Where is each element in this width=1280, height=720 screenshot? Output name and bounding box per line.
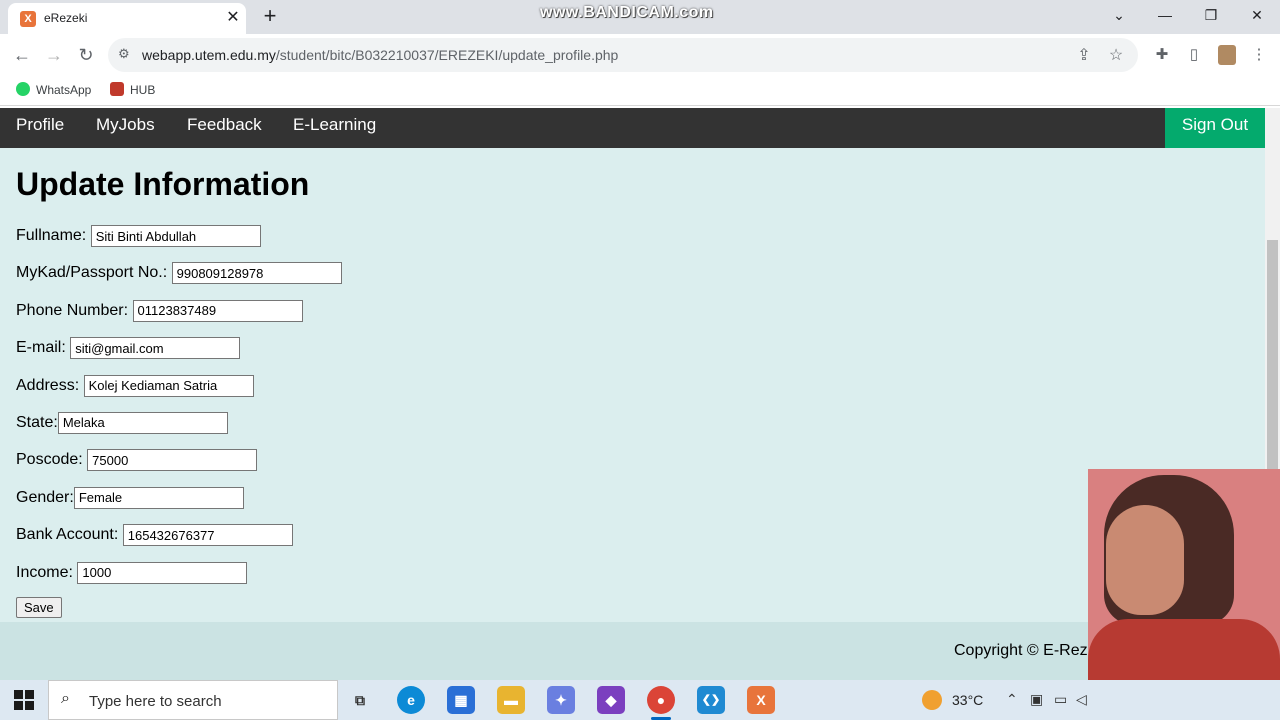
form-row-bank-account: Bank Account: bbox=[16, 524, 342, 561]
vscode-icon[interactable]: ❮❯ bbox=[697, 686, 725, 714]
share-icon[interactable]: ⇪ bbox=[1074, 45, 1094, 65]
bandicam-watermark: www.BANDICAM.com bbox=[540, 4, 714, 21]
tab-search-chevron-icon[interactable]: ⌄ bbox=[1106, 4, 1132, 26]
extensions-puzzle-icon[interactable]: ✚ bbox=[1152, 45, 1172, 65]
mykad-input[interactable] bbox=[171, 262, 342, 285]
hub-icon bbox=[110, 82, 124, 96]
phone-input[interactable] bbox=[132, 299, 303, 322]
xampp-icon[interactable]: X bbox=[747, 686, 775, 714]
address-input[interactable] bbox=[83, 374, 254, 397]
new-tab-icon[interactable]: + bbox=[258, 4, 282, 28]
form-row-email: E-mail: bbox=[16, 337, 342, 374]
browser-tab[interactable]: X eRezeki ✕ bbox=[8, 3, 246, 34]
nav-elearning-link[interactable]: E-Learning bbox=[293, 115, 376, 135]
email-input[interactable] bbox=[70, 337, 241, 360]
taskbar-search-placeholder: Type here to search bbox=[89, 693, 222, 710]
tray-chevron-icon[interactable]: ⌃ bbox=[1006, 691, 1018, 708]
email-label: E-mail: bbox=[16, 339, 66, 357]
search-icon: ⌕ bbox=[61, 690, 70, 707]
forward-arrow-icon[interactable]: → bbox=[42, 43, 66, 67]
minimize-icon[interactable]: — bbox=[1152, 4, 1178, 26]
gender-input[interactable] bbox=[73, 486, 244, 509]
form-row-fullname: Fullname: bbox=[16, 225, 342, 262]
bookmark-hub[interactable]: HUB bbox=[110, 82, 155, 97]
battery-icon[interactable]: ▭ bbox=[1054, 691, 1067, 708]
volume-icon[interactable]: ◁ bbox=[1076, 691, 1087, 708]
address-label: Address: bbox=[16, 376, 80, 394]
bookmark-whatsapp[interactable]: WhatsApp bbox=[16, 82, 91, 97]
page-footer: Copyright © E-Rez bbox=[0, 622, 1265, 680]
url-text[interactable]: webapp.utem.edu.my/student/bitc/B0322100… bbox=[142, 47, 618, 63]
site-info-icon[interactable]: ⚙ bbox=[118, 46, 130, 62]
top-navbar: Profile MyJobs Feedback E-Learning Sign … bbox=[0, 108, 1265, 148]
menu-kebab-icon[interactable]: ⋮ bbox=[1249, 45, 1269, 65]
nav-myjobs-link[interactable]: MyJobs bbox=[96, 115, 155, 135]
form-row-income: Income: bbox=[16, 561, 342, 599]
save-button[interactable]: Save bbox=[16, 596, 62, 618]
restore-icon[interactable]: ❐ bbox=[1198, 4, 1224, 26]
back-arrow-icon[interactable]: ← bbox=[10, 43, 34, 67]
phone-label: Phone Number: bbox=[16, 301, 129, 319]
weather-sun-icon[interactable] bbox=[922, 690, 942, 710]
income-input[interactable] bbox=[77, 561, 248, 584]
sign-out-button[interactable]: Sign Out bbox=[1165, 108, 1265, 148]
form-row-gender: Gender: bbox=[16, 486, 342, 524]
visual-studio-icon[interactable]: ◆ bbox=[597, 686, 625, 714]
side-panel-icon[interactable]: ▯ bbox=[1184, 45, 1204, 65]
form-row-poscode: Poscode: bbox=[16, 449, 342, 486]
nav-feedback-link[interactable]: Feedback bbox=[187, 115, 262, 135]
windows-start-icon[interactable] bbox=[14, 690, 34, 710]
whatsapp-icon bbox=[16, 82, 30, 96]
store-icon[interactable]: ▦ bbox=[447, 686, 475, 714]
reload-icon[interactable]: ↻ bbox=[74, 43, 98, 67]
form-row-address: Address: bbox=[16, 374, 342, 412]
windows-taskbar: ⌕ Type here to search ⧉ e ▦ ▬ ✦ ◆ ● ❮❯ X… bbox=[0, 680, 1280, 720]
bookmark-star-icon[interactable]: ☆ bbox=[1106, 45, 1126, 65]
bank-account-label: Bank Account: bbox=[16, 526, 119, 544]
form-row-mykad: MyKad/Passport No.: bbox=[16, 262, 342, 299]
profile-avatar[interactable] bbox=[1218, 45, 1236, 65]
copilot-icon[interactable]: ✦ bbox=[547, 686, 575, 714]
fullname-label: Fullname: bbox=[16, 227, 87, 244]
browser-toolbar: ← → ↻ ⚙ webapp.utem.edu.my/student/bitc/… bbox=[0, 34, 1280, 76]
form-row-phone: Phone Number: bbox=[16, 299, 342, 337]
state-label: State: bbox=[16, 413, 58, 431]
bank-account-input[interactable] bbox=[122, 524, 293, 547]
poscode-input[interactable] bbox=[87, 449, 258, 472]
temperature-text[interactable]: 33°C bbox=[952, 692, 983, 708]
edge-icon[interactable]: e bbox=[397, 686, 425, 714]
chrome-icon[interactable]: ● bbox=[647, 686, 675, 714]
income-label: Income: bbox=[16, 563, 73, 581]
browser-tab-strip: X eRezeki ✕ + www.BANDICAM.com ⌄ — ❐ ✕ bbox=[0, 0, 1280, 34]
page-title: Update Information bbox=[16, 166, 310, 202]
state-input[interactable] bbox=[57, 411, 228, 434]
form-row-state: State: bbox=[16, 411, 342, 449]
copyright-text: Copyright © E-Rez bbox=[954, 642, 1088, 659]
bookmarks-bar: WhatsApp HUB bbox=[0, 76, 1280, 106]
mykad-label: MyKad/Passport No.: bbox=[16, 264, 168, 282]
poscode-label: Poscode: bbox=[16, 451, 83, 469]
fullname-input[interactable] bbox=[90, 225, 261, 247]
address-bar[interactable]: ⚙ webapp.utem.edu.my/student/bitc/B03221… bbox=[108, 38, 1138, 72]
close-window-icon[interactable]: ✕ bbox=[1244, 4, 1270, 26]
update-form: Update Information Fullname: MyKad/Passp… bbox=[16, 166, 342, 618]
taskbar-search-box[interactable]: ⌕ Type here to search bbox=[48, 680, 338, 720]
page-viewport: Profile MyJobs Feedback E-Learning Sign … bbox=[0, 108, 1265, 680]
gender-label: Gender: bbox=[16, 488, 74, 506]
close-tab-icon[interactable]: ✕ bbox=[223, 8, 243, 28]
tab-title: eRezeki bbox=[44, 11, 88, 25]
xampp-favicon-icon: X bbox=[20, 11, 36, 27]
task-view-icon[interactable]: ⧉ bbox=[346, 686, 374, 714]
file-explorer-icon[interactable]: ▬ bbox=[497, 686, 525, 714]
nav-profile-link[interactable]: Profile bbox=[16, 115, 64, 135]
meet-icon[interactable]: ▣ bbox=[1030, 691, 1043, 708]
